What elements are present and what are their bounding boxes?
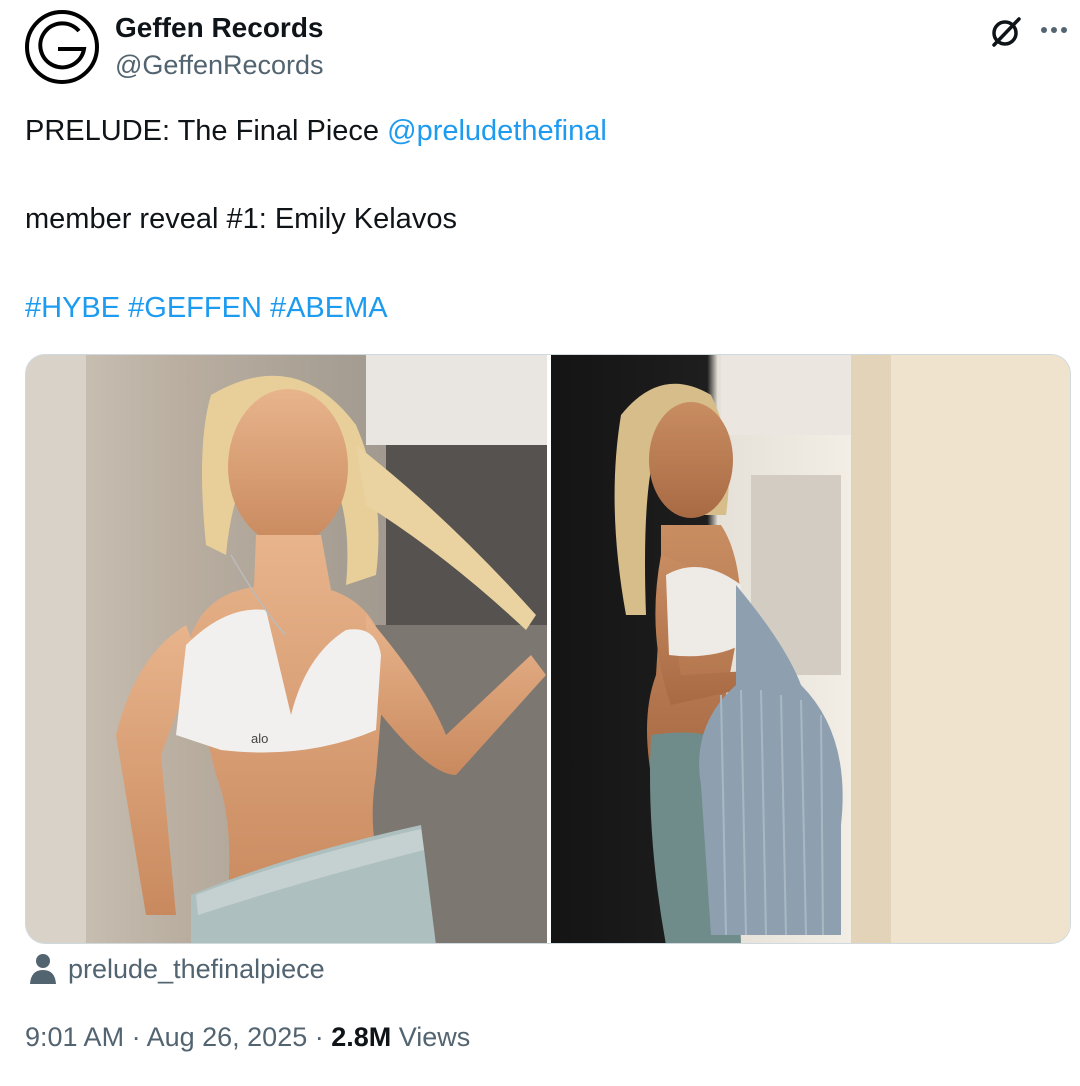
- meta-separator: ·: [307, 1022, 332, 1052]
- media-grid: alo: [25, 354, 1071, 944]
- grok-button[interactable]: [988, 14, 1024, 50]
- post-date[interactable]: Aug 26, 2025: [147, 1022, 308, 1052]
- mention-link[interactable]: @preludethefinal: [387, 115, 607, 147]
- hashtags-link[interactable]: #HYBE #GEFFEN #ABEMA: [25, 292, 388, 325]
- tagged-user-link[interactable]: prelude_thefinalpiece: [68, 954, 325, 985]
- post-title: PRELUDE: The Final Piece: [25, 115, 380, 147]
- photo-1[interactable]: alo: [26, 355, 547, 943]
- author-handle[interactable]: @GeffenRecords: [115, 50, 324, 81]
- meta-separator: ·: [124, 1022, 147, 1052]
- bra-logo-text: alo: [251, 731, 268, 746]
- geffen-logo-icon: [25, 10, 99, 84]
- post-text-line2: member reveal #1: Emily Kelavos: [25, 203, 457, 235]
- photo-2[interactable]: [551, 355, 1070, 943]
- author-name[interactable]: Geffen Records: [115, 12, 324, 44]
- person-icon: [28, 952, 58, 986]
- more-options-button[interactable]: [1036, 14, 1072, 46]
- avatar[interactable]: [24, 9, 100, 85]
- grok-icon: [992, 17, 1021, 47]
- views-count: 2.8M: [331, 1022, 392, 1052]
- post-time[interactable]: 9:01 AM: [25, 1022, 124, 1052]
- post-meta: 9:01 AM · Aug 26, 2025 · 2.8M Views: [25, 1022, 470, 1053]
- post-text-line1: PRELUDE: The Final Piece @preludethefina…: [25, 115, 607, 148]
- more-dots-icon: [1041, 27, 1067, 33]
- views-label: Views: [391, 1022, 471, 1052]
